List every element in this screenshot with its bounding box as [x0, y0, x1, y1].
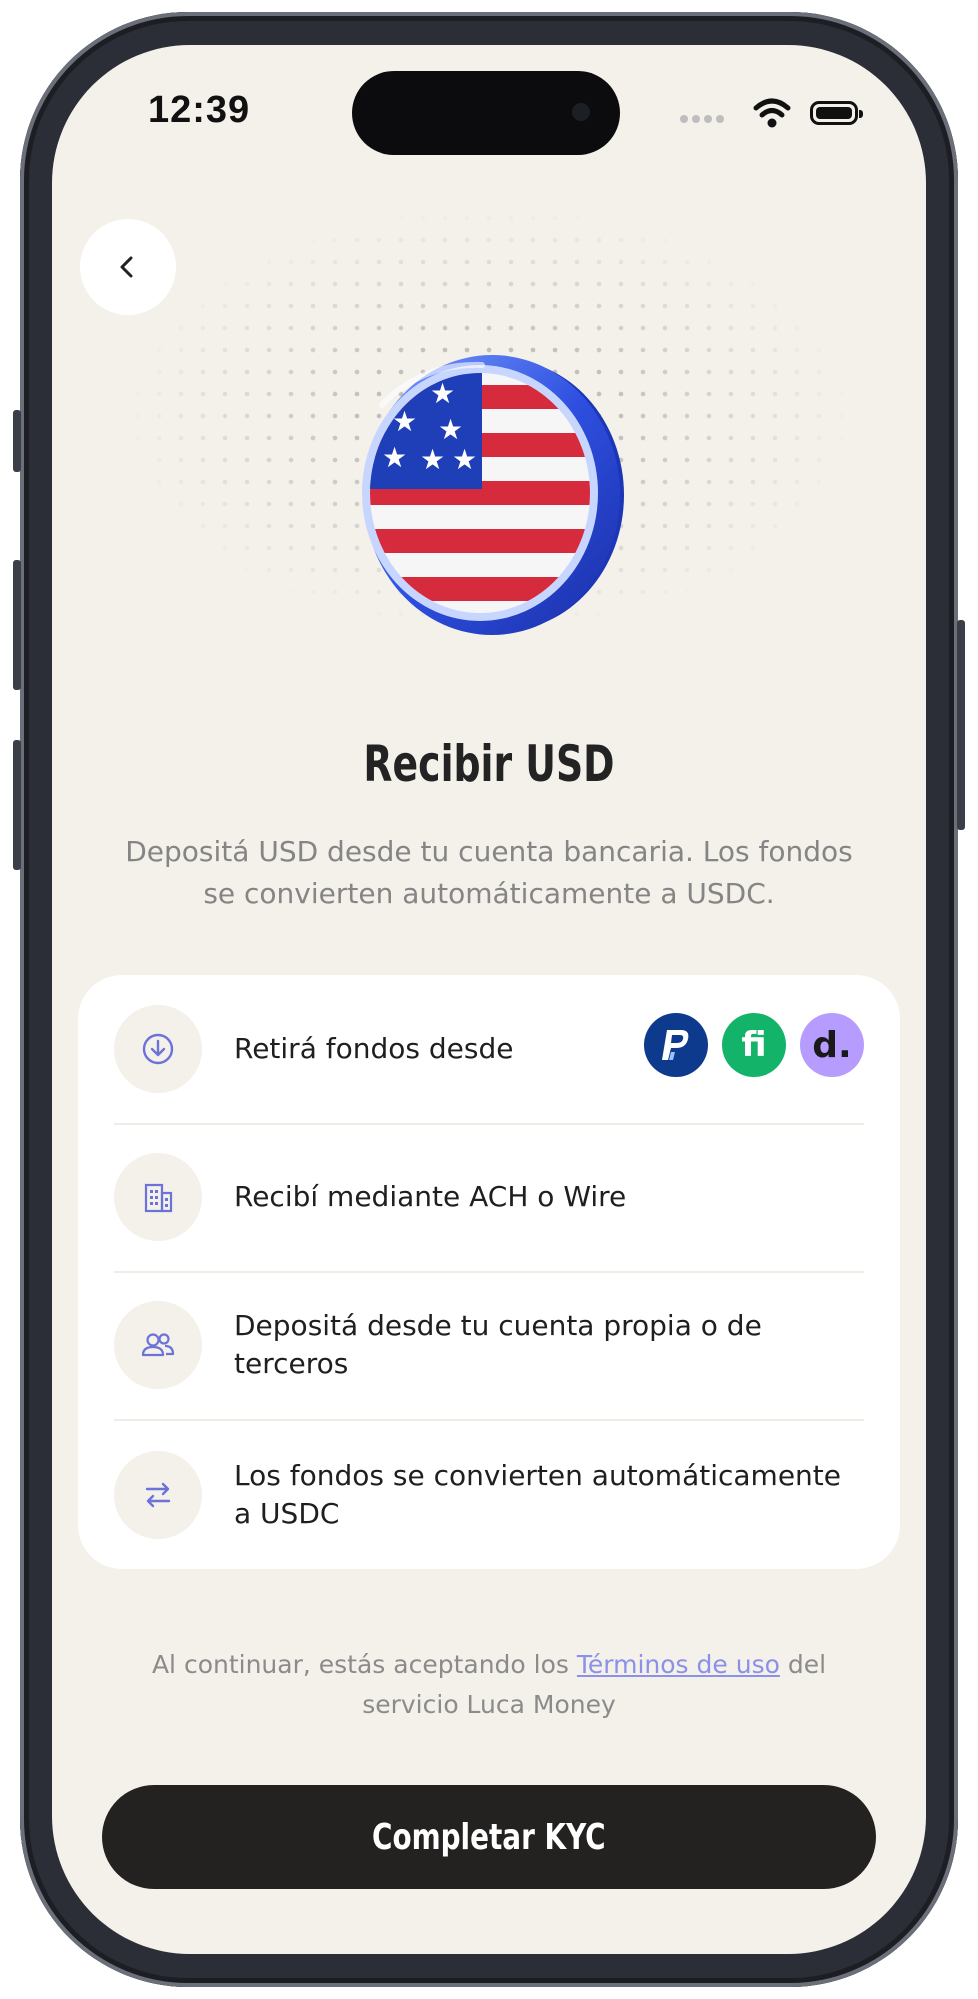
fiat-fi-logo: fi	[722, 1013, 786, 1077]
signal-dot-icon	[716, 115, 724, 123]
brand-logos: fi d.	[644, 1013, 864, 1079]
users-icon	[141, 1333, 175, 1357]
paypal-icon	[662, 1030, 689, 1060]
battery-icon	[810, 101, 863, 125]
power-button	[957, 620, 965, 830]
back-button[interactable]	[80, 219, 176, 315]
feature-icon-container	[114, 1153, 202, 1241]
page-subtitle: Depositá USD desde tu cuenta bancaria. L…	[125, 835, 853, 910]
camera-icon	[572, 103, 590, 121]
fiat-logo-text: fi	[741, 1025, 767, 1065]
svg-text:★: ★	[382, 441, 407, 474]
silent-switch	[13, 410, 21, 472]
status-time: 12:39	[148, 89, 251, 131]
feature-row-withdraw: Retirá fondos desde fi d.	[114, 975, 864, 1125]
feature-row-ach-wire: Recibí mediante ACH o Wire	[114, 1123, 864, 1273]
download-circle-icon	[142, 1033, 174, 1065]
feature-row-own-or-third-party: Depositá desde tu cuenta propia o de ter…	[114, 1271, 864, 1421]
deel-logo: d.	[800, 1013, 864, 1077]
feature-label: Recibí mediante ACH o Wire	[234, 1180, 627, 1213]
us-flag-coin-icon: ★ ★ ★ ★ ★ ★	[362, 355, 624, 635]
features-card: Retirá fondos desde fi d. Recibí mediant…	[78, 975, 900, 1569]
terms-of-use-link[interactable]: Términos de uso	[577, 1650, 780, 1679]
feature-icon-container	[114, 1451, 202, 1539]
status-indicators	[680, 95, 870, 135]
wifi-icon	[753, 98, 791, 128]
feature-label: Los fondos se convierten automáticamente…	[234, 1459, 841, 1530]
dynamic-island	[352, 71, 620, 155]
app-screen: 12:39 ★ ★ ★ ★ ★ ★ Recibir USD Depositá U…	[52, 45, 926, 1954]
svg-text:★: ★	[438, 413, 463, 446]
signal-dot-icon	[704, 115, 712, 123]
legal-disclaimer: Al continuar, estás aceptando los Términ…	[122, 1645, 856, 1725]
feature-icon-container	[114, 1301, 202, 1389]
paypal-logo	[644, 1013, 708, 1077]
building-icon	[144, 1183, 173, 1213]
deel-logo-text: d.	[812, 1024, 852, 1066]
feature-icon-container	[114, 1005, 202, 1093]
signal-dot-icon	[692, 115, 700, 123]
complete-kyc-button[interactable]: Completar KYC	[102, 1785, 876, 1889]
chevron-left-icon	[120, 256, 133, 278]
svg-text:★: ★	[420, 443, 445, 476]
page-title: Recibir USD	[363, 735, 615, 793]
volume-down-button	[13, 740, 21, 870]
arrows-exchange-icon	[145, 1482, 171, 1508]
complete-kyc-label: Completar KYC	[372, 1816, 606, 1858]
signal-dot-icon	[680, 115, 688, 123]
feature-label: Depositá desde tu cuenta propia o de ter…	[234, 1309, 762, 1380]
volume-up-button	[13, 560, 21, 690]
svg-text:★: ★	[452, 443, 477, 476]
feature-row-auto-convert: Los fondos se convierten automáticamente…	[114, 1421, 864, 1569]
legal-prefix: Al continuar, estás aceptando los	[151, 1650, 577, 1679]
